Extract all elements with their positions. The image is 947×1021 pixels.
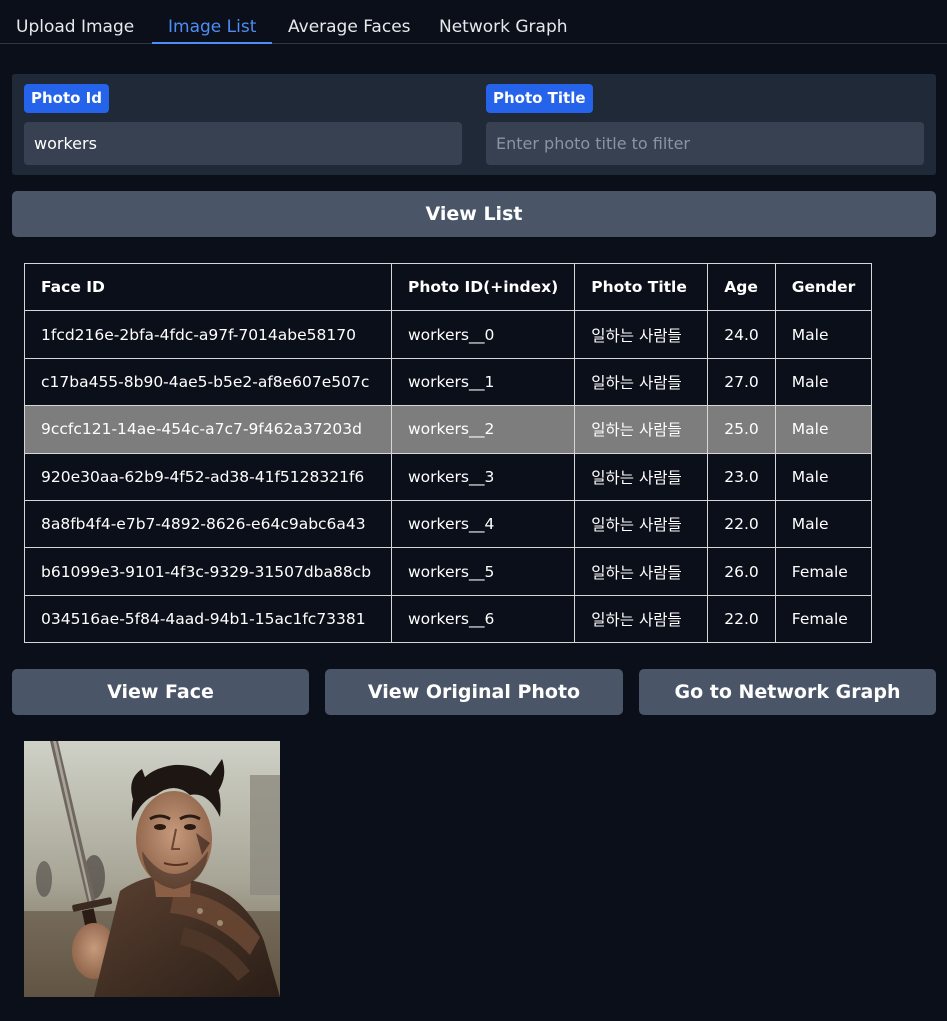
photo-title-cell: 일하는 사람들 bbox=[574, 594, 709, 644]
table-row[interactable]: b61099e3-9101-4f3c-9329-31507dba88cb wor… bbox=[24, 547, 873, 596]
photo-id-cell: workers__3 bbox=[390, 452, 576, 501]
column-header-face-id[interactable]: Face ID bbox=[24, 262, 392, 312]
table-row[interactable]: 1fcd216e-2bfa-4fdc-a97f-7014abe58170 wor… bbox=[24, 310, 873, 359]
gender-cell: Female bbox=[774, 594, 873, 644]
gender-cell: Female bbox=[774, 547, 873, 596]
face-id-cell: b61099e3-9101-4f3c-9329-31507dba88cb bbox=[24, 547, 392, 596]
face-image bbox=[24, 741, 280, 997]
photo-id-cell: workers__4 bbox=[390, 499, 576, 549]
age-cell: 23.0 bbox=[707, 452, 776, 501]
photo-id-cell: workers__5 bbox=[390, 547, 576, 596]
table-header-row: Face ID Photo ID(+index) Photo Title Age… bbox=[24, 262, 873, 312]
photo-id-cell: workers__1 bbox=[390, 357, 576, 407]
table-row[interactable]: 920e30aa-62b9-4f52-ad38-41f5128321f6 wor… bbox=[24, 452, 873, 501]
table-row[interactable]: 8a8fb4f4-e7b7-4892-8626-e64c9abc6a43 wor… bbox=[24, 499, 873, 549]
photo-id-cell: workers__6 bbox=[390, 594, 576, 644]
face-id-cell: c17ba455-8b90-4ae5-b5e2-af8e607e507c bbox=[24, 357, 392, 407]
face-id-cell: 9ccfc121-14ae-454c-a7c7-9f462a37203d bbox=[24, 405, 392, 454]
view-list-button[interactable]: View List bbox=[12, 191, 936, 237]
age-cell: 22.0 bbox=[707, 594, 776, 644]
photo-title-cell: 일하는 사람들 bbox=[574, 452, 709, 501]
photo-id-input[interactable] bbox=[24, 122, 462, 165]
network-graph-button[interactable]: Go to Network Graph bbox=[639, 669, 936, 715]
tab-bar: Upload Image Image List Average Faces Ne… bbox=[0, 0, 947, 44]
view-face-button[interactable]: View Face bbox=[12, 669, 309, 715]
column-header-age[interactable]: Age bbox=[707, 262, 776, 312]
gender-cell: Male bbox=[774, 310, 873, 359]
face-id-cell: 1fcd216e-2bfa-4fdc-a97f-7014abe58170 bbox=[24, 310, 392, 359]
table-row[interactable]: c17ba455-8b90-4ae5-b5e2-af8e607e507c wor… bbox=[24, 357, 873, 407]
column-header-photo-title[interactable]: Photo Title bbox=[574, 262, 709, 312]
column-header-gender[interactable]: Gender bbox=[774, 262, 873, 312]
face-id-cell: 034516ae-5f84-4aad-94b1-15ac1fc73381 bbox=[24, 594, 392, 644]
tab-image-list[interactable]: Image List bbox=[152, 10, 272, 44]
age-cell: 27.0 bbox=[707, 357, 776, 407]
tab-network-graph[interactable]: Network Graph bbox=[423, 10, 584, 44]
tab-average-faces[interactable]: Average Faces bbox=[272, 10, 427, 44]
photo-title-cell: 일하는 사람들 bbox=[574, 310, 709, 359]
gender-cell: Male bbox=[774, 499, 873, 549]
view-original-photo-button[interactable]: View Original Photo bbox=[325, 669, 623, 715]
age-cell: 26.0 bbox=[707, 547, 776, 596]
faces-table: Face ID Photo ID(+index) Photo Title Age… bbox=[24, 262, 873, 644]
table-row-selected[interactable]: 9ccfc121-14ae-454c-a7c7-9f462a37203d wor… bbox=[24, 405, 873, 454]
photo-title-cell: 일하는 사람들 bbox=[574, 499, 709, 549]
face-id-cell: 8a8fb4f4-e7b7-4892-8626-e64c9abc6a43 bbox=[24, 499, 392, 549]
photo-title-input[interactable] bbox=[486, 122, 924, 165]
tab-upload-image[interactable]: Upload Image bbox=[0, 10, 150, 44]
photo-title-cell: 일하는 사람들 bbox=[574, 405, 709, 454]
photo-title-cell: 일하는 사람들 bbox=[574, 547, 709, 596]
photo-title-label: Photo Title bbox=[486, 84, 593, 113]
photo-id-label: Photo Id bbox=[24, 84, 109, 113]
photo-title-cell: 일하는 사람들 bbox=[574, 357, 709, 407]
gender-cell: Male bbox=[774, 357, 873, 407]
face-id-cell: 920e30aa-62b9-4f52-ad38-41f5128321f6 bbox=[24, 452, 392, 501]
table-row[interactable]: 034516ae-5f84-4aad-94b1-15ac1fc73381 wor… bbox=[24, 594, 873, 644]
gender-cell: Male bbox=[774, 405, 873, 454]
age-cell: 22.0 bbox=[707, 499, 776, 549]
age-cell: 24.0 bbox=[707, 310, 776, 359]
gender-cell: Male bbox=[774, 452, 873, 501]
photo-id-cell: workers__2 bbox=[390, 405, 576, 454]
filter-panel: Photo Id Photo Title bbox=[12, 74, 936, 175]
age-cell: 25.0 bbox=[707, 405, 776, 454]
column-header-photo-id[interactable]: Photo ID(+index) bbox=[390, 262, 576, 312]
photo-id-cell: workers__0 bbox=[390, 310, 576, 359]
